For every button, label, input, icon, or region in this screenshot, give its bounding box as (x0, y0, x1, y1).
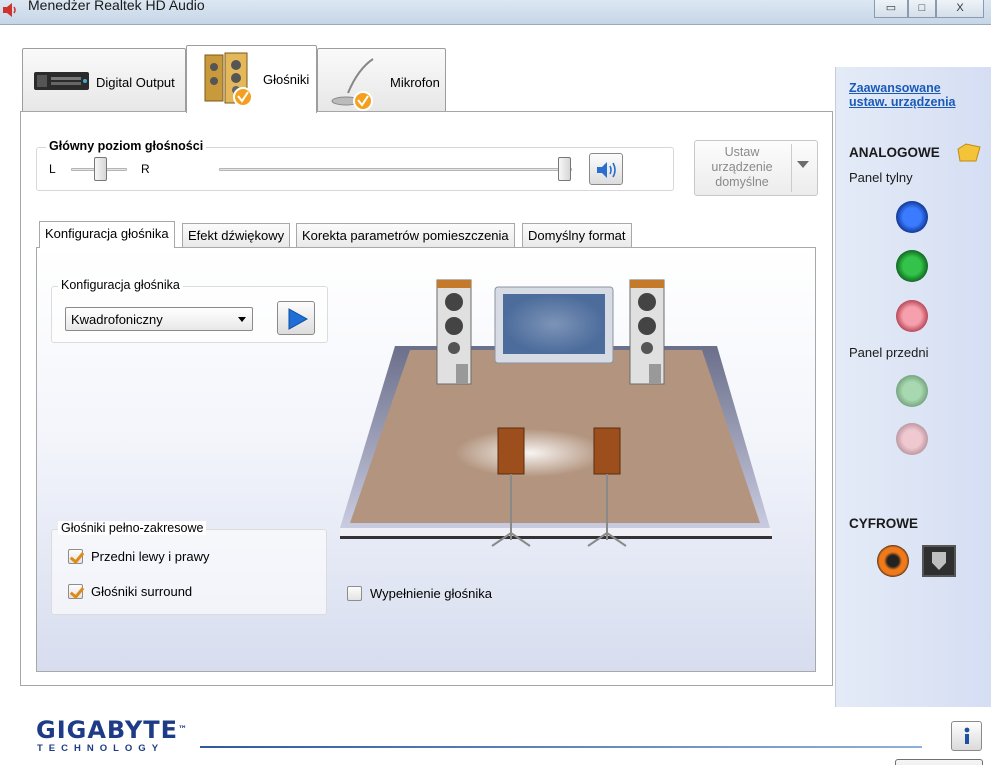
set-default-separator (791, 144, 792, 192)
set-default-line3: domyślne (715, 175, 769, 189)
speaker-fill-label: Wypełnienie głośnika (370, 586, 493, 601)
rear-panel-label: Panel tylny (849, 170, 913, 185)
speaker-config-value: Kwadrofoniczny (71, 312, 163, 327)
info-button[interactable] (951, 721, 982, 751)
balance-right-label: R (141, 162, 150, 176)
tab-digital-output-label: Digital Output (96, 75, 175, 90)
tab-speaker-configuration-label: Konfiguracja głośnika (45, 226, 169, 241)
chevron-down-icon[interactable] (797, 161, 809, 168)
tab-speakers[interactable]: Głośniki (186, 45, 317, 113)
speaker-fill-checkbox[interactable] (347, 586, 362, 601)
master-volume-legend: Główny poziom głośności (46, 139, 207, 153)
volume-slider[interactable] (558, 157, 571, 181)
maximize-icon: □ (918, 2, 926, 14)
tab-sound-effects[interactable]: Efekt dźwiękowy (182, 223, 291, 247)
optical-jack[interactable] (922, 545, 956, 577)
window-client: Digital Output Głośniki Mikrofon Główny … (0, 24, 991, 765)
set-default-device-button[interactable]: Ustaw urządzenie domyślne (694, 140, 818, 196)
tab-speakers-label: Głośniki (263, 72, 310, 87)
dropdown-caret-icon (238, 317, 246, 322)
tab-digital-output[interactable]: Digital Output (22, 48, 186, 114)
front-panel-label: Panel przedni (849, 345, 929, 360)
minimize-icon: ▭ (885, 2, 897, 14)
advanced-settings-link[interactable]: Zaawansowane ustaw. urządzenia (849, 81, 956, 109)
advanced-link-line1: Zaawansowane (849, 81, 941, 95)
balance-left-label: L (49, 162, 56, 176)
digital-heading: CYFROWE (849, 516, 918, 531)
tab-default-format-label: Domyślny format (528, 228, 626, 243)
optical-port-icon (932, 552, 946, 570)
tab-microphone[interactable]: Mikrofon (317, 48, 446, 114)
surround-label: Głośniki surround (91, 584, 193, 599)
surround-checkbox[interactable] (68, 584, 83, 599)
tab-microphone-label: Mikrofon (390, 75, 440, 90)
advanced-link-line2: ustaw. urządzenia (849, 95, 956, 109)
tab-room-correction[interactable]: Korekta parametrów pomieszczenia (296, 223, 515, 247)
volume-track (219, 168, 572, 171)
front-green-jack[interactable] (896, 375, 928, 407)
brand-tm: ™ (178, 725, 189, 735)
title-bar: Menedżer Realtek HD Audio ▭ □ X (0, 0, 991, 24)
connector-sidebar: Zaawansowane ustaw. urządzenia ANALOGOWE… (835, 67, 991, 707)
front-lr-label: Przedni lewy i prawy (91, 549, 210, 564)
play-test-button[interactable] (277, 301, 315, 335)
digital-output-icon (34, 72, 89, 90)
main-panel: Główny poziom głośności L R Ustaw urządz… (20, 111, 833, 686)
tab-default-format[interactable]: Domyślny format (522, 223, 632, 247)
balance-slider[interactable] (94, 157, 107, 181)
speaker-config-select[interactable]: Kwadrofoniczny (65, 307, 253, 331)
front-pink-jack[interactable] (896, 423, 928, 455)
speaker-volume-icon (597, 162, 616, 178)
microphone-icon (331, 58, 374, 111)
gigabyte-logo: GIGABYTE™ (36, 718, 188, 742)
ok-button[interactable]: OK (895, 759, 983, 765)
play-icon (288, 308, 308, 330)
speakers-icon (204, 52, 253, 107)
window-title: Menedżer Realtek HD Audio (28, 0, 205, 13)
brand-subtitle: TECHNOLOGY (37, 743, 165, 754)
fullrange-legend: Głośniki pełno-zakresowe (58, 521, 207, 535)
mute-button[interactable] (589, 153, 623, 185)
speaker-config-legend: Konfiguracja głośnika (58, 278, 183, 292)
fullrange-speakers-group: Głośniki pełno-zakresowe Przedni lewy i … (51, 521, 327, 615)
speaker-room-illustration (340, 279, 772, 547)
tab-speaker-configuration[interactable]: Konfiguracja głośnika (39, 221, 175, 248)
set-default-line1: Ustaw (724, 145, 760, 159)
speaker-configuration-panel: Konfiguracja głośnika Kwadrofoniczny Gło… (36, 247, 816, 672)
master-volume-group: Główny poziom głośności L R (36, 139, 674, 191)
folder-icon[interactable] (956, 141, 982, 163)
close-button[interactable]: X (936, 0, 984, 18)
maximize-button[interactable]: □ (908, 0, 936, 18)
set-default-label: Ustaw urządzenie domyślne (701, 145, 783, 190)
info-icon (964, 727, 970, 744)
set-default-line2: urządzenie (711, 160, 773, 174)
coaxial-jack[interactable] (877, 545, 909, 577)
speaker-config-group: Konfiguracja głośnika Kwadrofoniczny (51, 278, 328, 343)
rear-pink-jack[interactable] (896, 300, 928, 332)
close-icon: X (956, 2, 964, 14)
tab-sound-effects-label: Efekt dźwiękowy (188, 228, 285, 243)
rear-green-jack[interactable] (896, 250, 928, 282)
brand-name: GIGABYTE (36, 716, 179, 744)
rear-blue-jack[interactable] (896, 201, 928, 233)
analog-heading: ANALOGOWE (849, 145, 940, 160)
minimize-button[interactable]: ▭ (874, 0, 908, 18)
front-lr-checkbox[interactable] (68, 549, 83, 564)
tab-room-correction-label: Korekta parametrów pomieszczenia (302, 228, 509, 243)
speaker-red-icon (3, 3, 16, 17)
bottom-divider (200, 746, 922, 748)
